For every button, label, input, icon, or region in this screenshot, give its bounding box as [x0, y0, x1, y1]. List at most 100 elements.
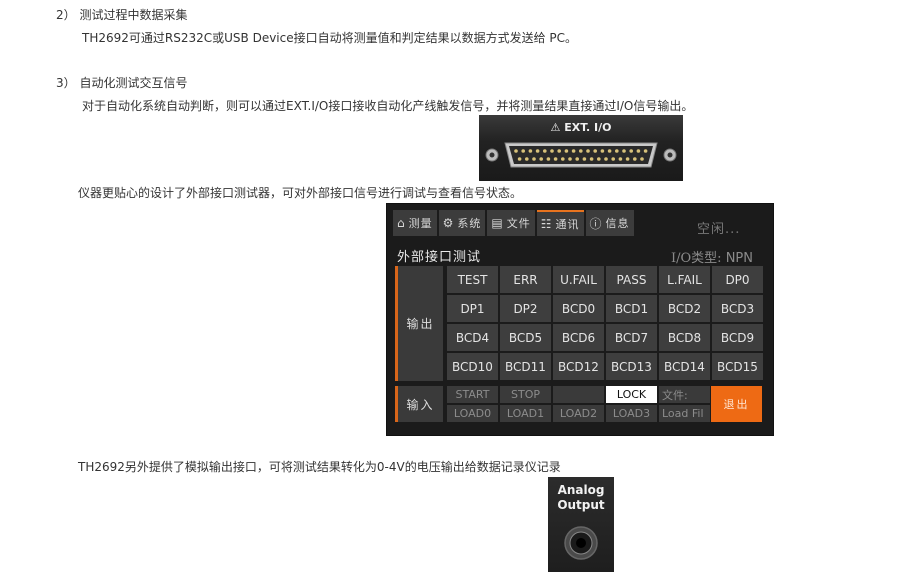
- pin: [611, 157, 615, 161]
- pin: [528, 149, 533, 153]
- pin: [571, 149, 576, 153]
- io-type-value: NPN: [725, 251, 753, 266]
- pin: [557, 149, 561, 153]
- pin: [586, 149, 590, 153]
- pin: [553, 157, 558, 161]
- home-icon: ⌂: [397, 216, 405, 230]
- pin: [633, 157, 637, 161]
- pin: [615, 149, 619, 153]
- output-signal-lfail[interactable]: L.FAIL: [659, 266, 710, 293]
- ext-io-connector-photo: ⚠ EXT. I/O: [479, 115, 683, 181]
- pin: [564, 149, 569, 153]
- input-signal-row2-0[interactable]: LOAD0: [447, 405, 498, 422]
- output-signal-bcd4[interactable]: BCD4: [447, 324, 498, 351]
- output-signal-err[interactable]: ERR: [500, 266, 551, 293]
- output-signal-grid: TEST ERR U.FAIL PASS L.FAIL DP0 DP1 DP2 BCD0 BCD1…: [447, 266, 765, 380]
- output-signal-dp0[interactable]: DP0: [712, 266, 763, 293]
- input-signal-row2-1[interactable]: LOAD1: [500, 405, 551, 422]
- output-signal-bcd15[interactable]: BCD15: [712, 353, 763, 380]
- analog-output-label: Analog Output: [557, 483, 605, 512]
- input-signal-row1-4[interactable]: 文件:: [659, 386, 710, 403]
- ext-io-label: ⚠ EXT. I/O: [550, 121, 612, 134]
- pin: [561, 157, 565, 161]
- tab-label: 通讯: [555, 218, 580, 231]
- input-signal-row1-3[interactable]: LOCK: [606, 386, 657, 403]
- tab-label: 文件: [506, 217, 531, 230]
- section-2-heading: 2） 测试过程中数据采集: [56, 8, 188, 22]
- pin: [636, 149, 641, 153]
- tab-0[interactable]: ⌂ 测量: [393, 210, 437, 236]
- pin: [543, 149, 547, 153]
- analog-intro-text: TH2692另外提供了模拟输出接口，可将测试结果转化为0-4V的电压输出给数据记…: [78, 460, 561, 474]
- section-3-text: 对于自动化系统自动判断，则可以通过EXT.I/O接口接收自动化产线触发信号，并将…: [82, 99, 694, 113]
- io-type-label: I/O类型:: [671, 251, 722, 266]
- output-signal-test[interactable]: TEST: [447, 266, 498, 293]
- output-signal-bcd1[interactable]: BCD1: [606, 295, 657, 322]
- pin: [618, 157, 623, 161]
- pin: [625, 157, 630, 161]
- output-signal-dp2[interactable]: DP2: [500, 295, 551, 322]
- output-signal-bcd3[interactable]: BCD3: [712, 295, 763, 322]
- input-signal-grid: START STOP LOCK 文件: LOAD0 LOAD1 LOAD2 LOAD3 Load…: [447, 386, 710, 422]
- tab-2[interactable]: ▤ 文件: [487, 210, 535, 236]
- exit-button[interactable]: 退出: [711, 386, 762, 422]
- output-signal-bcd5[interactable]: BCD5: [500, 324, 551, 351]
- pin: [517, 157, 522, 161]
- pin: [521, 149, 525, 153]
- pin: [579, 149, 583, 153]
- output-signal-bcd13[interactable]: BCD13: [606, 353, 657, 380]
- warning-icon: ⚠: [550, 121, 561, 134]
- pin: [597, 157, 601, 161]
- output-group-label: 输出: [395, 266, 443, 381]
- pin: [532, 157, 536, 161]
- external-interface-tester-screen: ⌂ 测量 ⚙ 系统 ▤ 文件 ☷ 通讯 ⓘ 信息 空闲... 外部接口测试 I/O类型: NPN …: [386, 203, 774, 436]
- pin: [514, 149, 518, 153]
- output-signal-bcd14[interactable]: BCD14: [659, 353, 710, 380]
- output-signal-bcd12[interactable]: BCD12: [553, 353, 604, 380]
- tab-3[interactable]: ☷ 通讯: [536, 210, 584, 236]
- pin: [622, 149, 626, 153]
- pin: [600, 149, 605, 153]
- pin: [535, 149, 540, 153]
- db37-connector-icon: [485, 142, 677, 168]
- pin: [593, 149, 597, 153]
- output-signal-bcd7[interactable]: BCD7: [606, 324, 657, 351]
- output-signal-pass[interactable]: PASS: [606, 266, 657, 293]
- pin: [629, 149, 633, 153]
- output-signal-bcd10[interactable]: BCD10: [447, 353, 498, 380]
- analog-output-photo: Analog Output: [548, 477, 614, 572]
- input-signal-row2-4[interactable]: Load Fil: [659, 405, 710, 422]
- input-signal-row2-3[interactable]: LOAD3: [606, 405, 657, 422]
- tab-4[interactable]: ⓘ 信息: [585, 210, 634, 236]
- output-signal-bcd2[interactable]: BCD2: [659, 295, 710, 322]
- pin: [589, 157, 594, 161]
- input-signal-row2-2[interactable]: LOAD2: [553, 405, 604, 422]
- tab-1[interactable]: ⚙ 系统: [438, 210, 486, 236]
- tester-intro-text: 仪器更贴心的设计了外部接口测试器，可对外部接口信号进行调试与查看信号状态。: [78, 186, 523, 200]
- audio-jack-icon: [564, 526, 598, 560]
- input-signal-row1-2[interactable]: [553, 386, 604, 403]
- pin: [607, 149, 612, 153]
- output-signal-bcd9[interactable]: BCD9: [712, 324, 763, 351]
- input-signal-row1-0[interactable]: START: [447, 386, 498, 403]
- tab-bar: ⌂ 测量 ⚙ 系统 ▤ 文件 ☷ 通讯 ⓘ 信息: [393, 210, 636, 236]
- output-signal-bcd6[interactable]: BCD6: [553, 324, 604, 351]
- tab-label: 测量: [408, 217, 433, 230]
- info-icon: ⓘ: [589, 216, 602, 231]
- input-group-label: 输入: [395, 386, 443, 422]
- output-signal-bcd8[interactable]: BCD8: [659, 324, 710, 351]
- pin: [525, 157, 529, 161]
- section-2-text: TH2692可通过RS232C或USB Device接口自动将测量值和判定结果以…: [82, 31, 578, 45]
- output-signal-bcd11[interactable]: BCD11: [500, 353, 551, 380]
- status-text: 空闲...: [697, 222, 741, 237]
- pin: [568, 157, 572, 161]
- pin: [643, 149, 648, 153]
- output-signal-dp1[interactable]: DP1: [447, 295, 498, 322]
- tab-label: 信息: [605, 217, 630, 230]
- output-signal-ufail[interactable]: U.FAIL: [553, 266, 604, 293]
- input-signal-row1-1[interactable]: STOP: [500, 386, 551, 403]
- comm-icon: ☷: [540, 217, 552, 231]
- panel-title: 外部接口测试: [397, 250, 482, 265]
- output-signal-bcd0[interactable]: BCD0: [553, 295, 604, 322]
- pin: [604, 157, 608, 161]
